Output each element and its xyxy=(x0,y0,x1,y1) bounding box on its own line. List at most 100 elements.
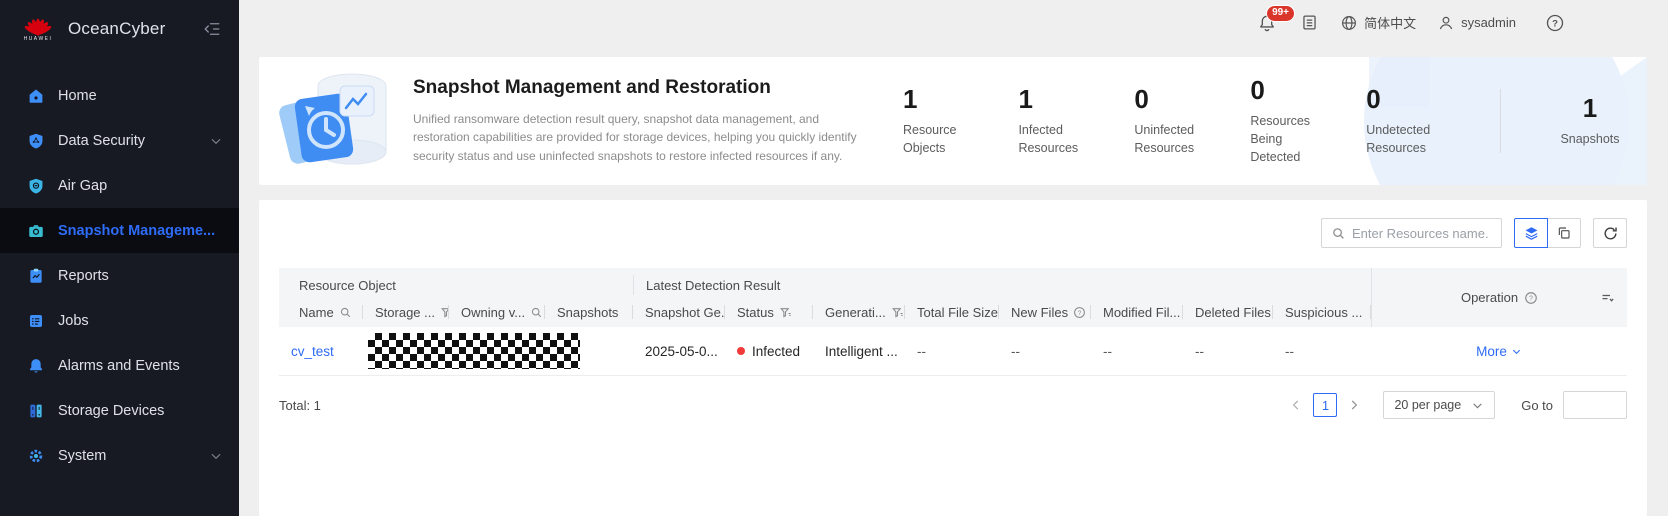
app-window: HUAWEI OceanCyber Home Data Security A xyxy=(0,0,1668,516)
prev-page-icon[interactable] xyxy=(1289,398,1303,412)
filter-icon[interactable] xyxy=(891,306,904,319)
sidebar-item-air-gap[interactable]: Air Gap xyxy=(0,163,239,208)
column-modified-files: Modified Fil... xyxy=(1091,297,1183,327)
filter-icon[interactable] xyxy=(440,306,449,319)
topbar: 99+ 简体中文 sysadmin ? xyxy=(239,0,1668,45)
snapshot-camera-icon xyxy=(27,222,45,240)
user-menu[interactable]: sysadmin xyxy=(1437,14,1516,32)
language-switcher[interactable]: 简体中文 xyxy=(1340,13,1416,32)
next-page-icon[interactable] xyxy=(1347,398,1361,412)
refresh-button[interactable] xyxy=(1593,218,1627,248)
sidebar-item-reports[interactable]: Reports xyxy=(0,253,239,298)
cell-name: cv_test xyxy=(279,344,363,359)
chevron-down-icon xyxy=(1471,399,1484,412)
goto-page-input[interactable] xyxy=(1563,391,1627,419)
group-latest-detection-result: Latest Detection Result xyxy=(633,275,1371,295)
jobs-icon xyxy=(27,312,45,330)
stat-snapshots: 1 Snapshots xyxy=(1547,94,1633,148)
sidebar-item-data-security[interactable]: Data Security xyxy=(0,118,239,163)
sidebar-item-snapshot-management[interactable]: Snapshot Manageme... xyxy=(0,208,239,253)
column-settings-icon[interactable] xyxy=(1600,290,1615,305)
task-log-button[interactable] xyxy=(1300,13,1319,32)
card-view-button[interactable] xyxy=(1547,218,1581,248)
sidebar-item-alarms-and-events[interactable]: Alarms and Events xyxy=(0,343,239,388)
sidebar-item-home[interactable]: Home xyxy=(0,73,239,118)
system-gear-icon xyxy=(27,447,45,465)
cell-suspicious-files: -- xyxy=(1273,344,1371,359)
globe-icon xyxy=(1340,14,1358,32)
banner-text: Snapshot Management and Restoration Unif… xyxy=(413,77,865,166)
page-size-select[interactable]: 20 per page xyxy=(1383,391,1495,419)
air-gap-icon xyxy=(27,177,45,195)
stats-row: 1 Resource Objects 1 Infected Resources … xyxy=(903,76,1647,166)
column-operation: Operation ? xyxy=(1371,268,1627,327)
table-row: cv_test 2025-05-0... Infected Intelligen… xyxy=(279,327,1627,376)
sidebar-item-system[interactable]: System xyxy=(0,433,239,478)
column-name: Name xyxy=(279,297,363,327)
svg-text:?: ? xyxy=(1529,295,1533,302)
copy-icon xyxy=(1556,225,1572,241)
chevron-down-icon xyxy=(209,449,223,463)
filter-icon[interactable] xyxy=(779,306,792,319)
sidebar-item-jobs[interactable]: Jobs xyxy=(0,298,239,343)
stat-resources-being-detected: 0 Resources Being Detected xyxy=(1250,76,1330,166)
search-icon[interactable] xyxy=(530,306,543,319)
table-toolbar xyxy=(279,218,1627,248)
sidebar-nav: Home Data Security Air Gap Snapshot Mana… xyxy=(0,57,239,478)
stats-divider xyxy=(1500,89,1501,153)
cell-generation: Intelligent ... xyxy=(813,344,905,359)
column-new-files: New Files ? xyxy=(999,297,1091,327)
alarm-bell-icon xyxy=(27,357,45,375)
status-label: Infected xyxy=(752,344,800,359)
page-number[interactable]: 1 xyxy=(1313,393,1337,417)
question-circle-icon[interactable]: ? xyxy=(1524,291,1538,305)
group-header-row: Resource Object Latest Detection Result xyxy=(279,268,1371,297)
cell-status: Infected xyxy=(725,344,813,359)
search-input[interactable] xyxy=(1352,226,1492,241)
document-icon xyxy=(1300,13,1319,32)
stat-resource-objects: 1 Resource Objects xyxy=(903,85,982,157)
banner-illustration xyxy=(259,57,409,185)
main-area: 99+ 简体中文 sysadmin ? xyxy=(239,0,1668,516)
layers-icon xyxy=(1523,225,1540,242)
stacked-view-button[interactable] xyxy=(1514,218,1548,248)
resource-name-link[interactable]: cv_test xyxy=(291,344,334,359)
search-icon[interactable] xyxy=(339,306,352,319)
collapse-sidebar-icon[interactable] xyxy=(203,20,221,38)
username-label: sysadmin xyxy=(1461,15,1516,30)
huawei-logo-icon: HUAWEI xyxy=(20,16,56,42)
table-footer: Total: 1 1 20 per page Go to xyxy=(279,391,1627,419)
page-description: Unified ransomware detection result quer… xyxy=(413,110,865,166)
goto-label: Go to xyxy=(1521,398,1553,413)
reports-icon xyxy=(27,267,45,285)
redacted-block xyxy=(368,333,580,369)
column-owning-vstore: Owning v... xyxy=(449,297,545,327)
data-security-shield-icon xyxy=(27,132,45,150)
huawei-wordmark: HUAWEI xyxy=(24,36,53,42)
column-snapshots: Snapshots xyxy=(545,297,633,327)
page-banner: Snapshot Management and Restoration Unif… xyxy=(259,57,1647,185)
storage-devices-icon xyxy=(27,402,45,420)
column-generation: Generati... xyxy=(813,297,905,327)
column-header-row: Name Storage ... Owning v... xyxy=(279,297,1371,327)
pagination: 1 20 per page Go to xyxy=(1289,391,1627,419)
language-label: 简体中文 xyxy=(1364,13,1416,32)
brand-title: OceanCyber xyxy=(68,19,165,39)
question-circle-icon[interactable]: ? xyxy=(1073,306,1086,319)
content-area: Snapshot Management and Restoration Unif… xyxy=(239,45,1668,516)
svg-text:?: ? xyxy=(1078,309,1082,316)
sidebar-item-storage-devices[interactable]: Storage Devices xyxy=(0,388,239,433)
chevron-down-icon xyxy=(1511,346,1522,357)
help-button[interactable]: ? xyxy=(1545,13,1565,33)
total-count: Total: 1 xyxy=(279,398,321,413)
help-icon: ? xyxy=(1545,13,1565,33)
notifications-button[interactable]: 99+ xyxy=(1257,13,1277,33)
cell-modified-files: -- xyxy=(1091,344,1183,359)
home-icon xyxy=(27,87,45,105)
cell-redacted-region xyxy=(363,333,633,369)
column-storage: Storage ... xyxy=(363,297,449,327)
more-button[interactable]: More xyxy=(1476,344,1522,359)
view-toggle-group xyxy=(1514,218,1581,248)
search-icon xyxy=(1331,226,1346,241)
cell-snapshot-generated: 2025-05-0... xyxy=(633,344,725,359)
